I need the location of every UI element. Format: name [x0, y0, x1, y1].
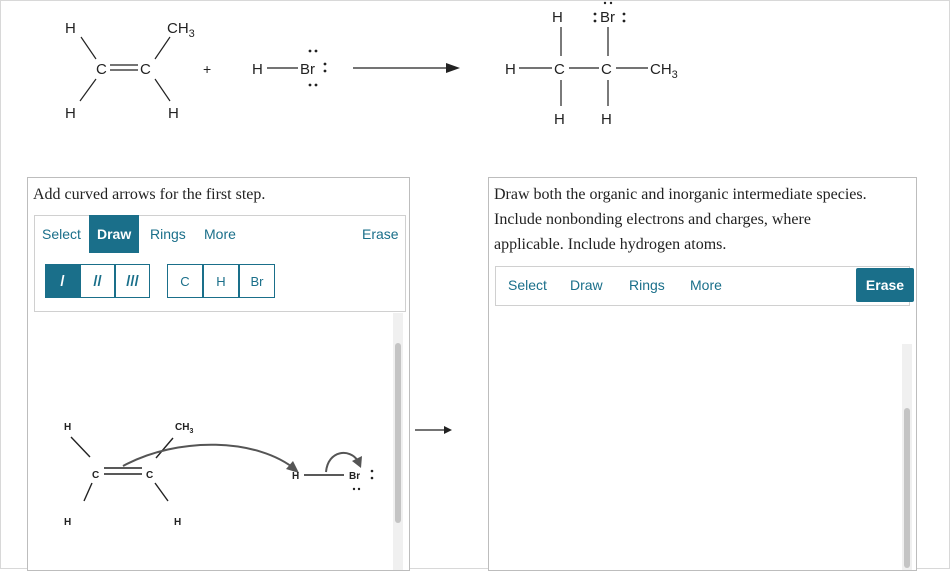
- reaction-arrow: [353, 63, 460, 73]
- atom-h: H: [64, 517, 71, 528]
- intermediate-panel: Draw both the organic and inorganic inte…: [488, 177, 917, 571]
- atom-c: C: [554, 61, 565, 78]
- atom-br: Br: [600, 9, 615, 26]
- hydrogen-atom-button[interactable]: H: [203, 264, 239, 298]
- bond-group: / // ///: [45, 264, 150, 298]
- triple-bond-button[interactable]: ///: [115, 264, 150, 298]
- curved-arrow-2: [325, 451, 359, 473]
- plus-sign: +: [203, 61, 211, 77]
- carbon-atom-button[interactable]: C: [167, 264, 203, 298]
- rings-tool[interactable]: Rings: [629, 267, 665, 303]
- bond-atom-toolbar: / // /// C H Br: [34, 254, 406, 312]
- atom-c: C: [146, 470, 153, 481]
- arrowhead-2: [352, 456, 362, 468]
- scrollbar-thumb[interactable]: [904, 408, 910, 568]
- reaction-scheme: H CH3 C C H H + H Br H Br H C C CH3 H H: [65, 1, 678, 128]
- atom-h: H: [505, 61, 516, 78]
- draw-tool[interactable]: Draw: [570, 267, 603, 303]
- atom-h: H: [554, 111, 565, 128]
- atom-group: C H Br: [167, 264, 275, 298]
- atom-ch3: CH3: [650, 61, 678, 81]
- editor-toolbar: Select Draw Rings More Erase: [34, 215, 406, 255]
- curved-arrow-panel: Add curved arrows for the first step. Se…: [27, 177, 410, 571]
- erase-tool[interactable]: Erase: [362, 216, 399, 252]
- drawing-canvas[interactable]: [489, 306, 899, 568]
- atom-ch3: CH3: [167, 20, 195, 40]
- atom-h: H: [168, 105, 179, 122]
- rings-tool[interactable]: Rings: [150, 216, 186, 252]
- atom-c: C: [601, 61, 612, 78]
- instruction-line: applicable. Include hydrogen atoms.: [494, 236, 727, 253]
- atom-h: H: [252, 61, 263, 78]
- hbr-structure: H Br: [252, 49, 327, 87]
- atom-c: C: [140, 61, 151, 78]
- select-tool[interactable]: Select: [42, 216, 81, 252]
- instruction-text: Add curved arrows for the first step.: [33, 186, 266, 203]
- bromine-atom-button[interactable]: Br: [239, 264, 275, 298]
- canvas-scrollbar[interactable]: [902, 344, 912, 570]
- propene-structure: H CH3 C C H H: [65, 20, 195, 122]
- instruction-line: Include nonbonding electrons and charges…: [494, 211, 811, 228]
- atom-h: H: [174, 517, 181, 528]
- instruction-line: Draw both the organic and inorganic inte…: [494, 186, 867, 203]
- atom-h: H: [65, 20, 76, 37]
- more-tool[interactable]: More: [204, 216, 236, 252]
- instruction-text: Draw both the organic and inorganic inte…: [494, 182, 914, 257]
- atom-c: C: [96, 61, 107, 78]
- atom-br: Br: [300, 61, 315, 78]
- draw-tool[interactable]: Draw: [89, 215, 140, 253]
- atom-c: C: [92, 470, 99, 481]
- atom-h: H: [601, 111, 612, 128]
- single-bond-button[interactable]: /: [45, 264, 80, 298]
- atom-h: H: [65, 105, 76, 122]
- atom-h: H: [64, 422, 71, 433]
- more-tool[interactable]: More: [690, 267, 722, 303]
- canvas-scrollbar[interactable]: [393, 313, 403, 570]
- erase-button[interactable]: Erase: [856, 268, 914, 302]
- editor-toolbar: Select Draw Rings More Erase: [495, 266, 914, 306]
- select-tool[interactable]: Select: [508, 267, 547, 303]
- double-bond-button[interactable]: //: [80, 264, 115, 298]
- step-arrow: [415, 426, 452, 434]
- drawing-canvas[interactable]: H CH3 C C H H H Br: [28, 318, 388, 568]
- atom-h: H: [292, 471, 299, 482]
- atom-br: Br: [349, 471, 360, 482]
- bromopropane-structure: H Br H C C CH3 H H: [505, 1, 678, 128]
- curved-arrow-1: [122, 443, 297, 471]
- scrollbar-thumb[interactable]: [395, 343, 401, 523]
- atom-h: H: [552, 9, 563, 26]
- atom-ch3: CH3: [175, 422, 193, 435]
